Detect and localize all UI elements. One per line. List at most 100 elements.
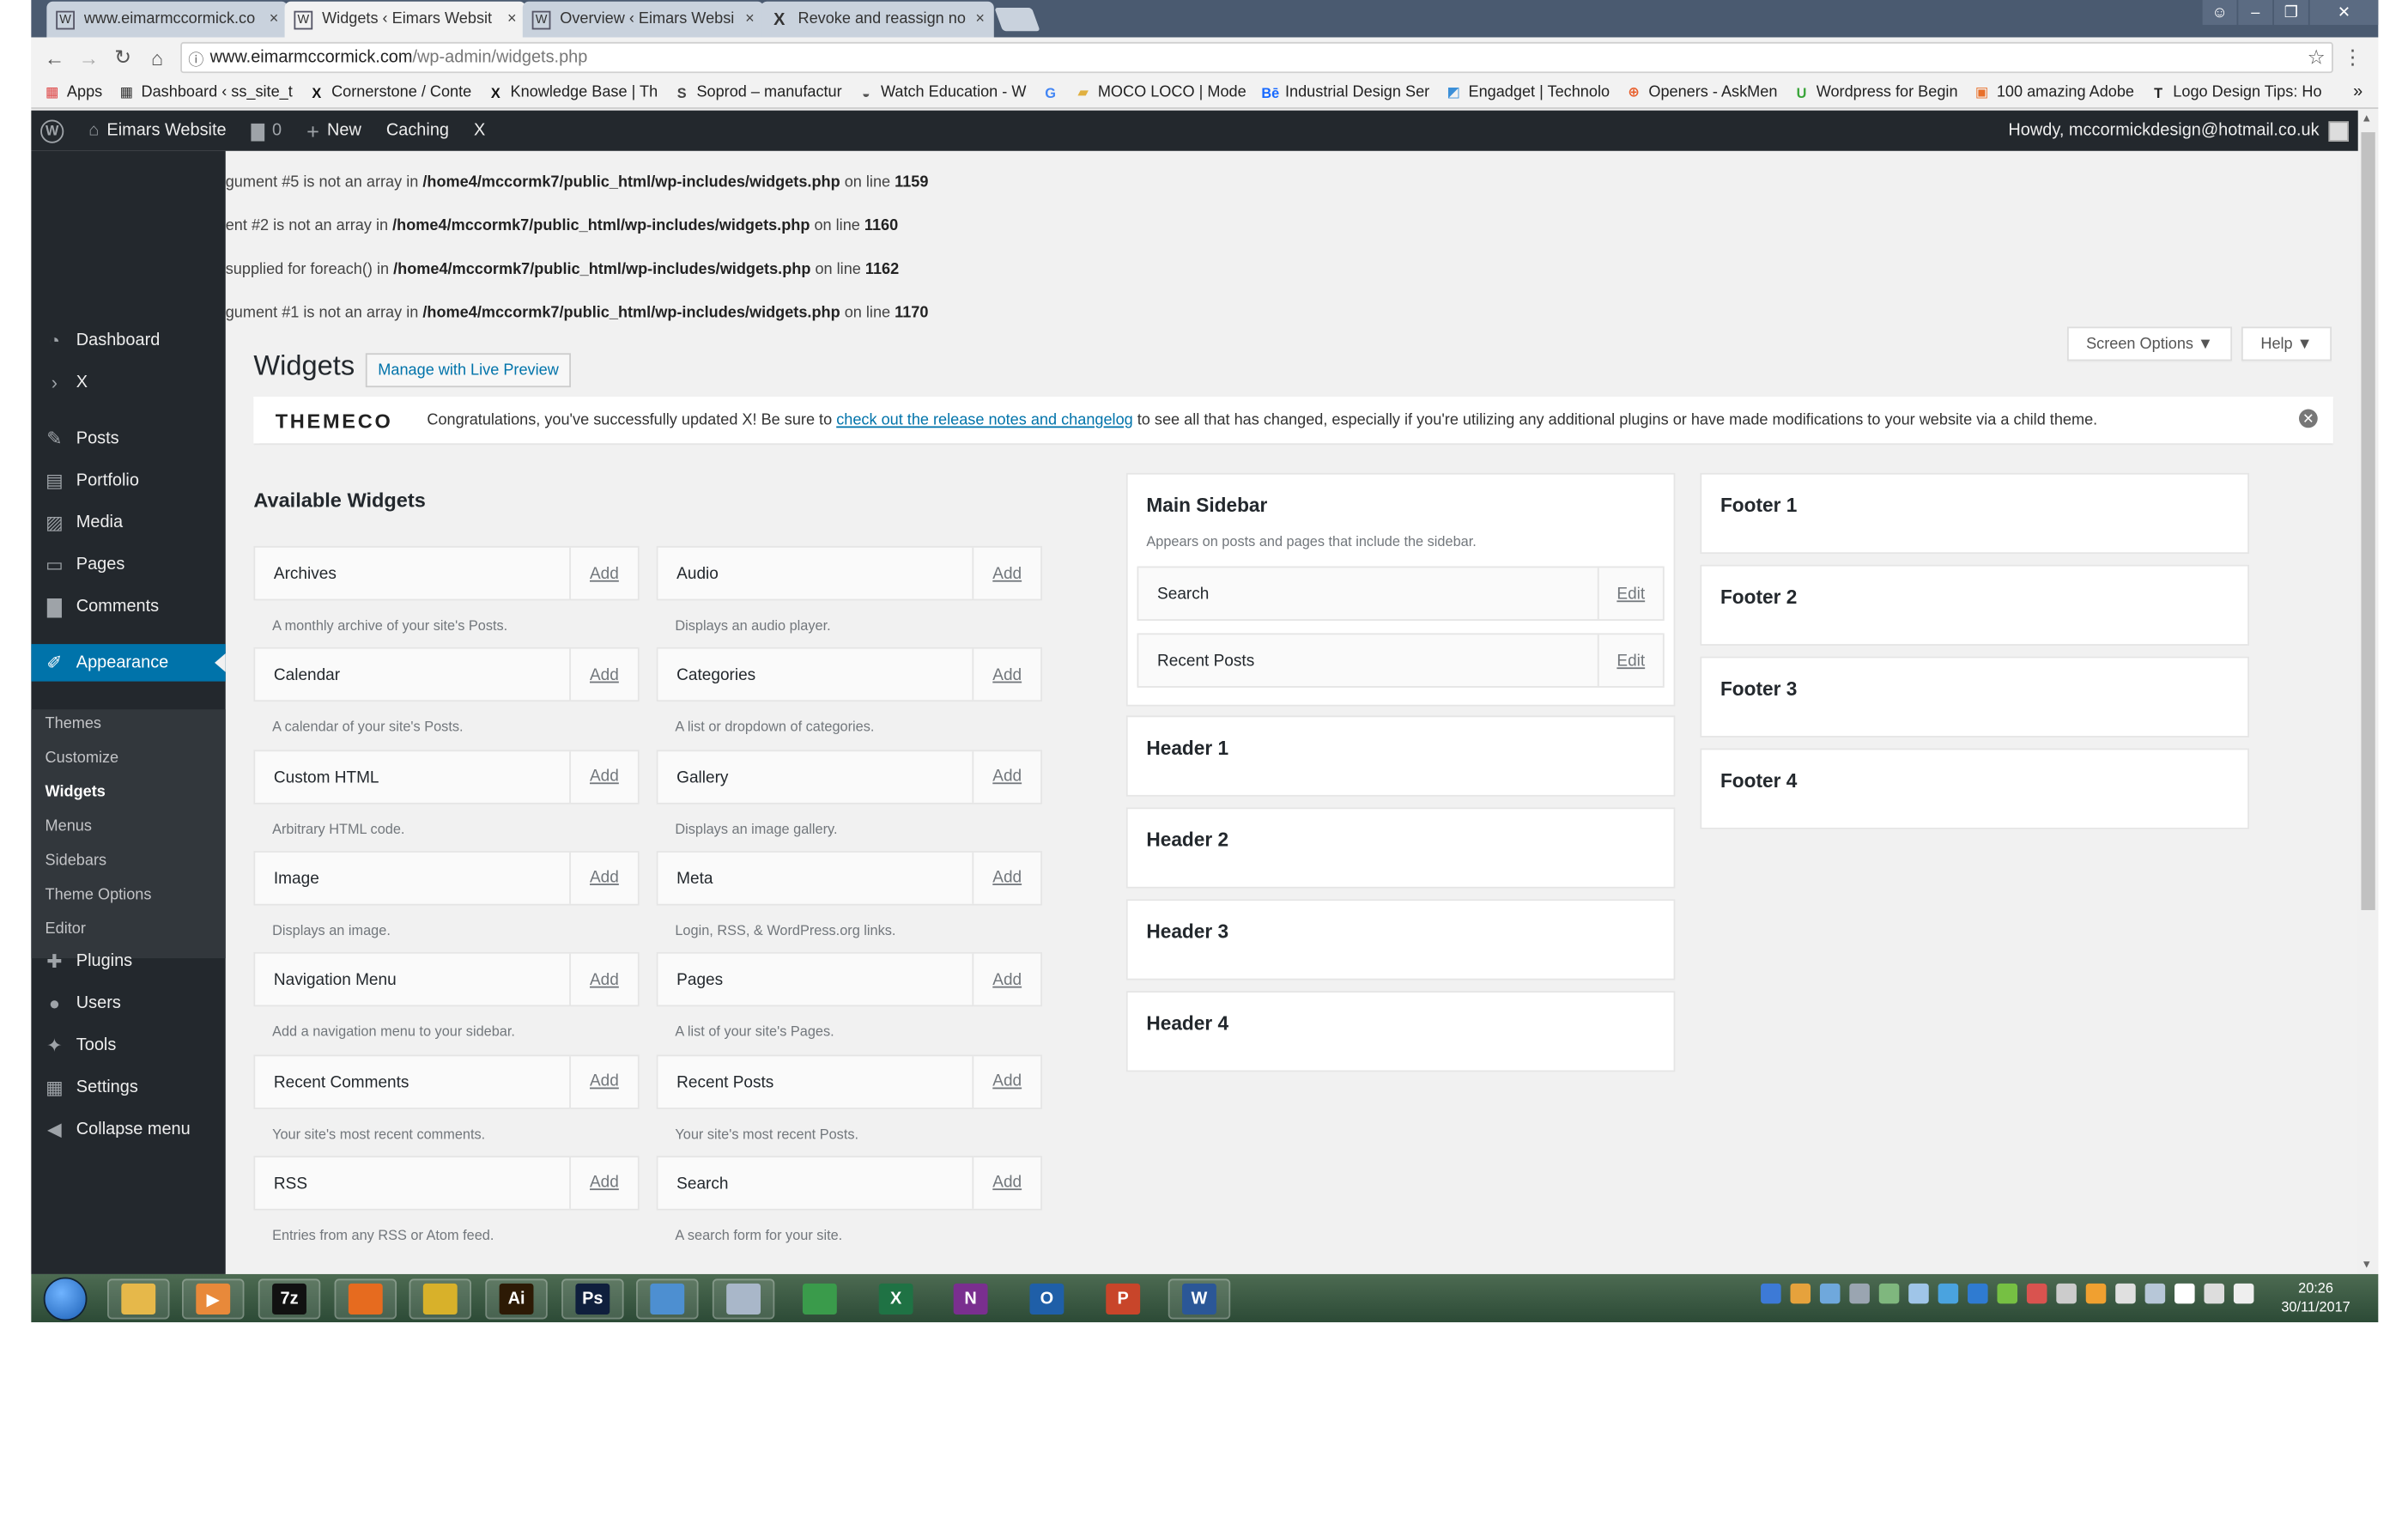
sidebar-widget-recent-posts[interactable]: Recent Posts Edit [1137, 633, 1665, 688]
scroll-down-icon[interactable]: ▼ [2361, 1260, 2372, 1272]
minimize-icon[interactable]: – [2238, 0, 2273, 25]
account-menu[interactable]: Howdy, mccormickdesign@hotmail.co.uk [2008, 111, 2349, 151]
widget-audio[interactable]: Audio Add [656, 545, 1042, 601]
caching-link[interactable]: Caching [373, 111, 461, 151]
add-widget-button[interactable]: Add [569, 547, 638, 599]
scroll-up-icon[interactable]: ▲ [2361, 113, 2372, 124]
edit-widget-button[interactable]: Edit [1597, 568, 1663, 620]
widget-search[interactable]: Search Add [656, 1155, 1042, 1211]
widget-image[interactable]: Image Add [253, 850, 640, 906]
page-scrollbar[interactable]: ▲ ▼ [2357, 110, 2379, 1274]
tray-icon[interactable] [1790, 1283, 1811, 1304]
bookmark-item[interactable]: ▦ Dashboard ‹ ss_site_t [118, 84, 293, 101]
widget-recent-posts[interactable]: Recent Posts Add [656, 1053, 1042, 1108]
bookmark-item[interactable]: T Logo Design Tips: Ho [2150, 84, 2321, 101]
tray-icon[interactable] [1819, 1283, 1841, 1304]
widget-pages[interactable]: Pages Add [656, 952, 1042, 1007]
start-button[interactable] [43, 1277, 88, 1321]
bookmark-item[interactable]: ◩ Engadget | Technolo [1445, 84, 1610, 101]
tray-icon[interactable] [2085, 1283, 2107, 1304]
google-chrome-icon[interactable] [789, 1278, 851, 1319]
media-player-icon[interactable]: ▶ [181, 1278, 245, 1320]
bookmark-item[interactable]: G [1042, 84, 1059, 101]
add-widget-button[interactable]: Add [569, 1055, 638, 1108]
site-name-link[interactable]: ⌂ Eimars Website [76, 111, 239, 151]
bookmark-item[interactable]: U Wordpress for Begin [1793, 84, 1958, 101]
submenu-item-themes[interactable]: Themes [45, 715, 101, 732]
sidebar-area-header-3[interactable]: Header 3 [1125, 899, 1676, 981]
calculator-icon[interactable] [712, 1278, 775, 1320]
home-icon[interactable]: ⌂ [140, 46, 174, 69]
menu-item-pages[interactable]: ▭ Pages [31, 546, 225, 583]
user-icon[interactable]: ☺ [2202, 0, 2237, 25]
menu-item-portfolio[interactable]: ▤ Portfolio [31, 462, 225, 499]
x-theme-link[interactable]: X [461, 111, 497, 151]
tray-icon[interactable] [1938, 1283, 1959, 1304]
submenu-item-theme-options[interactable]: Theme Options [45, 887, 152, 904]
add-widget-button[interactable]: Add [569, 954, 638, 1005]
firefox-icon[interactable] [334, 1278, 397, 1320]
back-icon[interactable]: ← [37, 46, 71, 69]
menu-item-appearance[interactable]: ✐ Appearance [31, 644, 226, 682]
submenu-item-widgets[interactable]: Widgets [45, 784, 106, 801]
release-notes-link[interactable]: check out the release notes and changelo… [836, 411, 1133, 428]
bookmark-item[interactable]: X Knowledge Base | Th [487, 84, 658, 101]
forward-icon[interactable]: → [71, 46, 106, 69]
sidebar-widget-search[interactable]: Search Edit [1137, 566, 1665, 621]
dismiss-icon[interactable]: ✕ [2298, 409, 2318, 428]
tray-icon[interactable] [1761, 1283, 1781, 1304]
tray-icon[interactable] [1908, 1283, 1929, 1304]
window-icon[interactable] [636, 1278, 699, 1320]
close-icon[interactable]: × [270, 11, 279, 28]
widget-calendar[interactable]: Calendar Add [253, 647, 640, 702]
edit-widget-button[interactable]: Edit [1597, 635, 1663, 687]
bookmark-item[interactable]: Bē Industrial Design Ser [1261, 84, 1429, 101]
menu-item-posts[interactable]: ✎ Posts [31, 420, 225, 457]
menu-item-users[interactable]: ● Users [31, 985, 225, 1022]
7zip-icon[interactable]: 7z [258, 1278, 321, 1320]
bookmark-item[interactable]: ⊕ Openers - AskMen [1625, 84, 1777, 101]
bookmark-item[interactable]: X Cornerstone / Conte [308, 84, 471, 101]
bookmark-item[interactable]: ▦ Apps [44, 84, 102, 101]
file-explorer-icon[interactable] [107, 1278, 170, 1320]
sidebar-area-footer-4[interactable]: Footer 4 [1700, 748, 2250, 829]
submenu-item-sidebars[interactable]: Sidebars [45, 853, 107, 870]
excel-icon[interactable]: X [864, 1278, 926, 1319]
bookmark-item[interactable]: S Soprod – manufactur [673, 84, 842, 101]
add-widget-button[interactable]: Add [569, 750, 638, 803]
restore-icon[interactable]: ❐ [2273, 0, 2308, 25]
signal-icon[interactable] [2233, 1283, 2254, 1304]
more-bookmarks-icon[interactable]: » [2353, 82, 2363, 101]
menu-item-comments[interactable]: ▇ Comments [31, 588, 225, 625]
browser-menu-icon[interactable]: ⋮ [2343, 46, 2363, 70]
outlook-icon[interactable]: O [1016, 1278, 1077, 1319]
url-input[interactable]: ⓘ www.eimarmccormick.com/wp-admin/widget… [180, 41, 2333, 74]
widget-categories[interactable]: Categories Add [656, 647, 1042, 702]
reload-icon[interactable]: ↻ [106, 46, 140, 70]
sidebar-area-footer-2[interactable]: Footer 2 [1700, 564, 2250, 646]
flag-icon[interactable] [2174, 1283, 2195, 1304]
screen-options-button[interactable]: Screen Options ▼ [2067, 326, 2233, 361]
photoshop-icon[interactable]: Ps [561, 1278, 624, 1320]
widget-gallery[interactable]: Gallery Add [656, 749, 1042, 805]
menu-item-settings[interactable]: ▦ Settings [31, 1069, 225, 1106]
menu-item-x[interactable]: › X [31, 364, 225, 401]
close-window-icon[interactable]: ✕ [2309, 0, 2379, 25]
new-content-link[interactable]: + New [294, 111, 374, 151]
illustrator-icon[interactable]: Ai [485, 1278, 548, 1320]
widget-custom-html[interactable]: Custom HTML Add [253, 749, 640, 805]
widget-meta[interactable]: Meta Add [656, 850, 1042, 906]
close-icon[interactable]: × [975, 11, 985, 28]
submenu-item-editor[interactable]: Editor [45, 921, 86, 938]
close-icon[interactable]: × [745, 11, 755, 28]
menu-item-plugins[interactable]: ✚ Plugins [31, 943, 225, 980]
submenu-item-customize[interactable]: Customize [45, 750, 119, 767]
bookmark-item[interactable]: ▣ 100 amazing Adobe [1974, 84, 2134, 101]
chrome-icon[interactable] [409, 1278, 472, 1320]
widget-recent-comments[interactable]: Recent Comments Add [253, 1053, 640, 1108]
wordpress-logo-icon[interactable]: W [31, 111, 76, 151]
add-widget-button[interactable]: Add [569, 1157, 638, 1209]
add-widget-button[interactable]: Add [972, 547, 1040, 599]
tray-icon[interactable] [1968, 1283, 1988, 1304]
widget-rss[interactable]: RSS Add [253, 1155, 640, 1211]
